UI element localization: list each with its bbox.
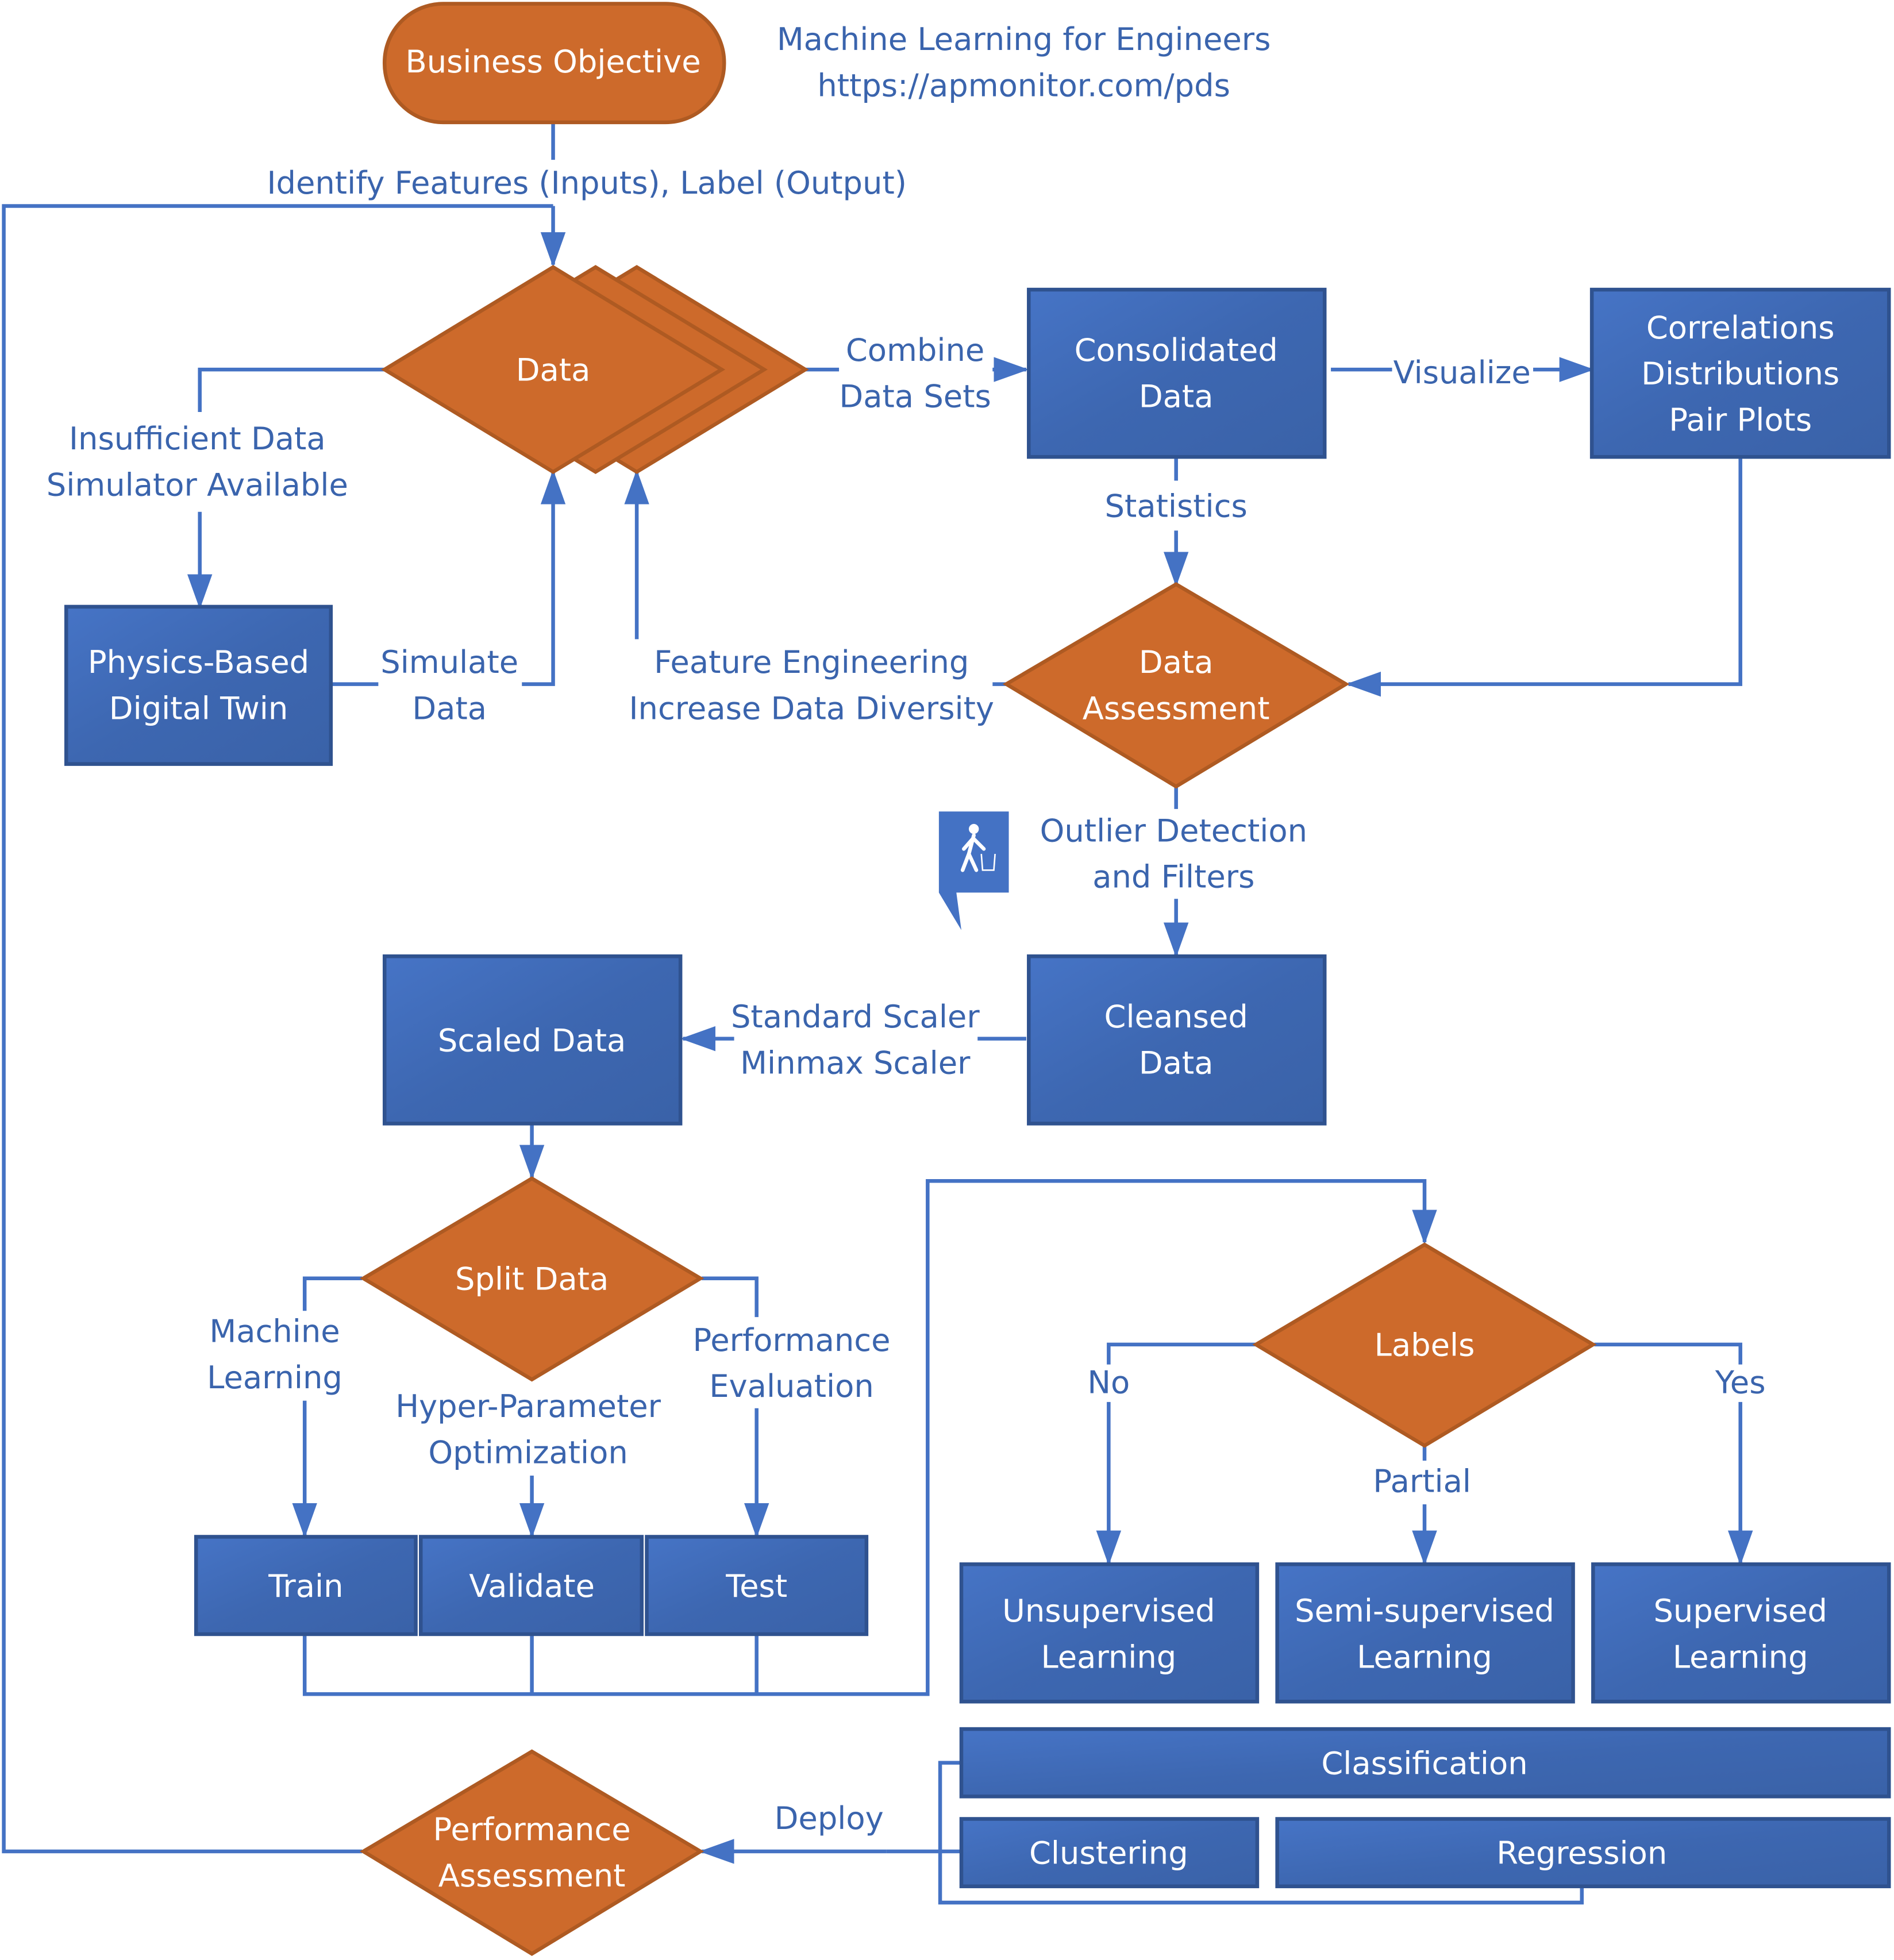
- svg-text:Data: Data: [516, 352, 591, 388]
- supervised-learning-node[interactable]: Supervised Learning: [1591, 1562, 1891, 1704]
- split-data-node[interactable]: Split Data: [359, 1176, 705, 1382]
- cleansed-data-node[interactable]: Cleansed Data: [1027, 954, 1327, 1126]
- svg-text:Pair Plots: Pair Plots: [1669, 402, 1812, 438]
- edge-labels-left: [1107, 1342, 1256, 1365]
- title-line1: Machine Learning for Engineers: [777, 21, 1271, 57]
- edge-label-visualize: Visualize: [1393, 355, 1531, 391]
- svg-text:Learning: Learning: [1673, 1639, 1808, 1676]
- edge-label-deploy: Deploy: [775, 1800, 884, 1836]
- edge-correlations-back: [1346, 457, 1742, 697]
- physics-digital-twin-node[interactable]: Physics-Based Digital Twin: [64, 604, 333, 766]
- person-discarding-trash-icon: [938, 811, 1009, 930]
- edge-label-hyper-1: Hyper-Parameter: [395, 1388, 661, 1424]
- train-node[interactable]: Train: [194, 1535, 418, 1636]
- edge-label-ml-1: Machine: [209, 1314, 340, 1350]
- edge-label-yes: Yes: [1715, 1365, 1766, 1401]
- edge-label-feature-2: Increase Data Diversity: [629, 690, 994, 726]
- data-node[interactable]: Data: [380, 265, 809, 475]
- edge-label-ml-2: Learning: [207, 1360, 342, 1396]
- edge-label-combine-2: Data Sets: [839, 378, 991, 414]
- performance-assessment-node[interactable]: Performance Assessment: [359, 1749, 705, 1956]
- business-objective-node[interactable]: Business Objective: [382, 2, 726, 125]
- svg-text:Cleansed: Cleansed: [1104, 999, 1248, 1035]
- edge-split-left: [302, 1276, 363, 1311]
- edge-label-feature-1: Feature Engineering: [654, 644, 969, 680]
- edge-label-scaler-1: Standard Scaler: [731, 999, 980, 1035]
- edge-label-combine-1: Combine: [846, 332, 984, 368]
- classification-node[interactable]: Classification: [959, 1727, 1891, 1799]
- semi-supervised-learning-node[interactable]: Semi-supervised Learning: [1275, 1562, 1575, 1704]
- edge-label-partial: Partial: [1373, 1463, 1471, 1499]
- edge-labels-right: [1594, 1342, 1742, 1365]
- svg-text:Labels: Labels: [1375, 1327, 1475, 1363]
- edge-label-statistics: Statistics: [1105, 488, 1248, 524]
- title-line2[interactable]: https://apmonitor.com/pds: [817, 67, 1230, 103]
- edge-label-identify: Identify Features (Inputs), Label (Outpu…: [267, 165, 906, 201]
- edge-label-outlier-1: Outlier Detection: [1040, 813, 1307, 849]
- svg-text:Distributions: Distributions: [1641, 356, 1839, 392]
- svg-text:Supervised: Supervised: [1653, 1593, 1827, 1629]
- svg-text:Regression: Regression: [1496, 1835, 1667, 1872]
- svg-text:Business Objective: Business Objective: [405, 44, 700, 80]
- svg-text:Data: Data: [1139, 644, 1214, 680]
- edge-label-outlier-2: and Filters: [1092, 859, 1254, 895]
- unsupervised-learning-node[interactable]: Unsupervised Learning: [959, 1562, 1260, 1704]
- edge-label-insufficient-2: Simulator Available: [47, 467, 348, 503]
- data-assessment-node[interactable]: Data Assessment: [1002, 582, 1350, 789]
- edge-label-insufficient-1: Insufficient Data: [69, 421, 326, 457]
- edge-insufficient: [198, 367, 387, 412]
- svg-text:Physics-Based: Physics-Based: [88, 644, 309, 680]
- svg-text:Validate: Validate: [469, 1568, 595, 1604]
- svg-text:Digital Twin: Digital Twin: [109, 690, 288, 726]
- correlations-node[interactable]: Correlations Distributions Pair Plots: [1589, 287, 1891, 459]
- svg-text:Clustering: Clustering: [1029, 1835, 1188, 1872]
- validate-node[interactable]: Validate: [418, 1535, 644, 1636]
- consolidated-data-node[interactable]: Consolidated Data: [1027, 287, 1327, 459]
- edge-label-perfeval-1: Performance: [692, 1322, 890, 1358]
- svg-text:Correlations: Correlations: [1646, 310, 1835, 346]
- edge-label-perfeval-2: Evaluation: [709, 1368, 874, 1404]
- svg-text:Data: Data: [1139, 1045, 1214, 1081]
- svg-text:Train: Train: [268, 1568, 343, 1604]
- svg-text:Unsupervised: Unsupervised: [1002, 1593, 1215, 1629]
- svg-text:Split Data: Split Data: [455, 1261, 609, 1297]
- test-node[interactable]: Test: [645, 1535, 869, 1636]
- clustering-node[interactable]: Clustering: [959, 1817, 1260, 1889]
- edge-label-simulate-1: Simulate: [380, 644, 518, 680]
- edge-label-hyper-2: Optimization: [428, 1434, 628, 1470]
- svg-text:Classification: Classification: [1321, 1745, 1527, 1781]
- scaled-data-node[interactable]: Scaled Data: [382, 954, 683, 1126]
- labels-node[interactable]: Labels: [1252, 1242, 1597, 1448]
- svg-text:Assessment: Assessment: [438, 1858, 626, 1894]
- svg-text:Data: Data: [1139, 378, 1214, 414]
- svg-text:Assessment: Assessment: [1083, 690, 1270, 726]
- svg-text:Performance: Performance: [433, 1811, 631, 1847]
- svg-text:Learning: Learning: [1041, 1639, 1176, 1676]
- svg-text:Test: Test: [725, 1568, 787, 1604]
- ml-workflow-diagram: Machine Learning for Engineers https://a…: [2, 2, 1891, 1956]
- svg-text:Scaled Data: Scaled Data: [438, 1022, 626, 1058]
- svg-text:Learning: Learning: [1357, 1639, 1492, 1676]
- regression-node[interactable]: Regression: [1275, 1817, 1891, 1889]
- edge-label-scaler-2: Minmax Scaler: [740, 1045, 971, 1081]
- edge-label-no: No: [1087, 1365, 1130, 1401]
- edge-label-simulate-2: Data: [412, 690, 487, 726]
- svg-text:Semi-supervised: Semi-supervised: [1295, 1593, 1554, 1629]
- svg-text:Consolidated: Consolidated: [1075, 332, 1278, 368]
- edge-split-right: [702, 1276, 759, 1318]
- edge-simulate: [522, 469, 566, 686]
